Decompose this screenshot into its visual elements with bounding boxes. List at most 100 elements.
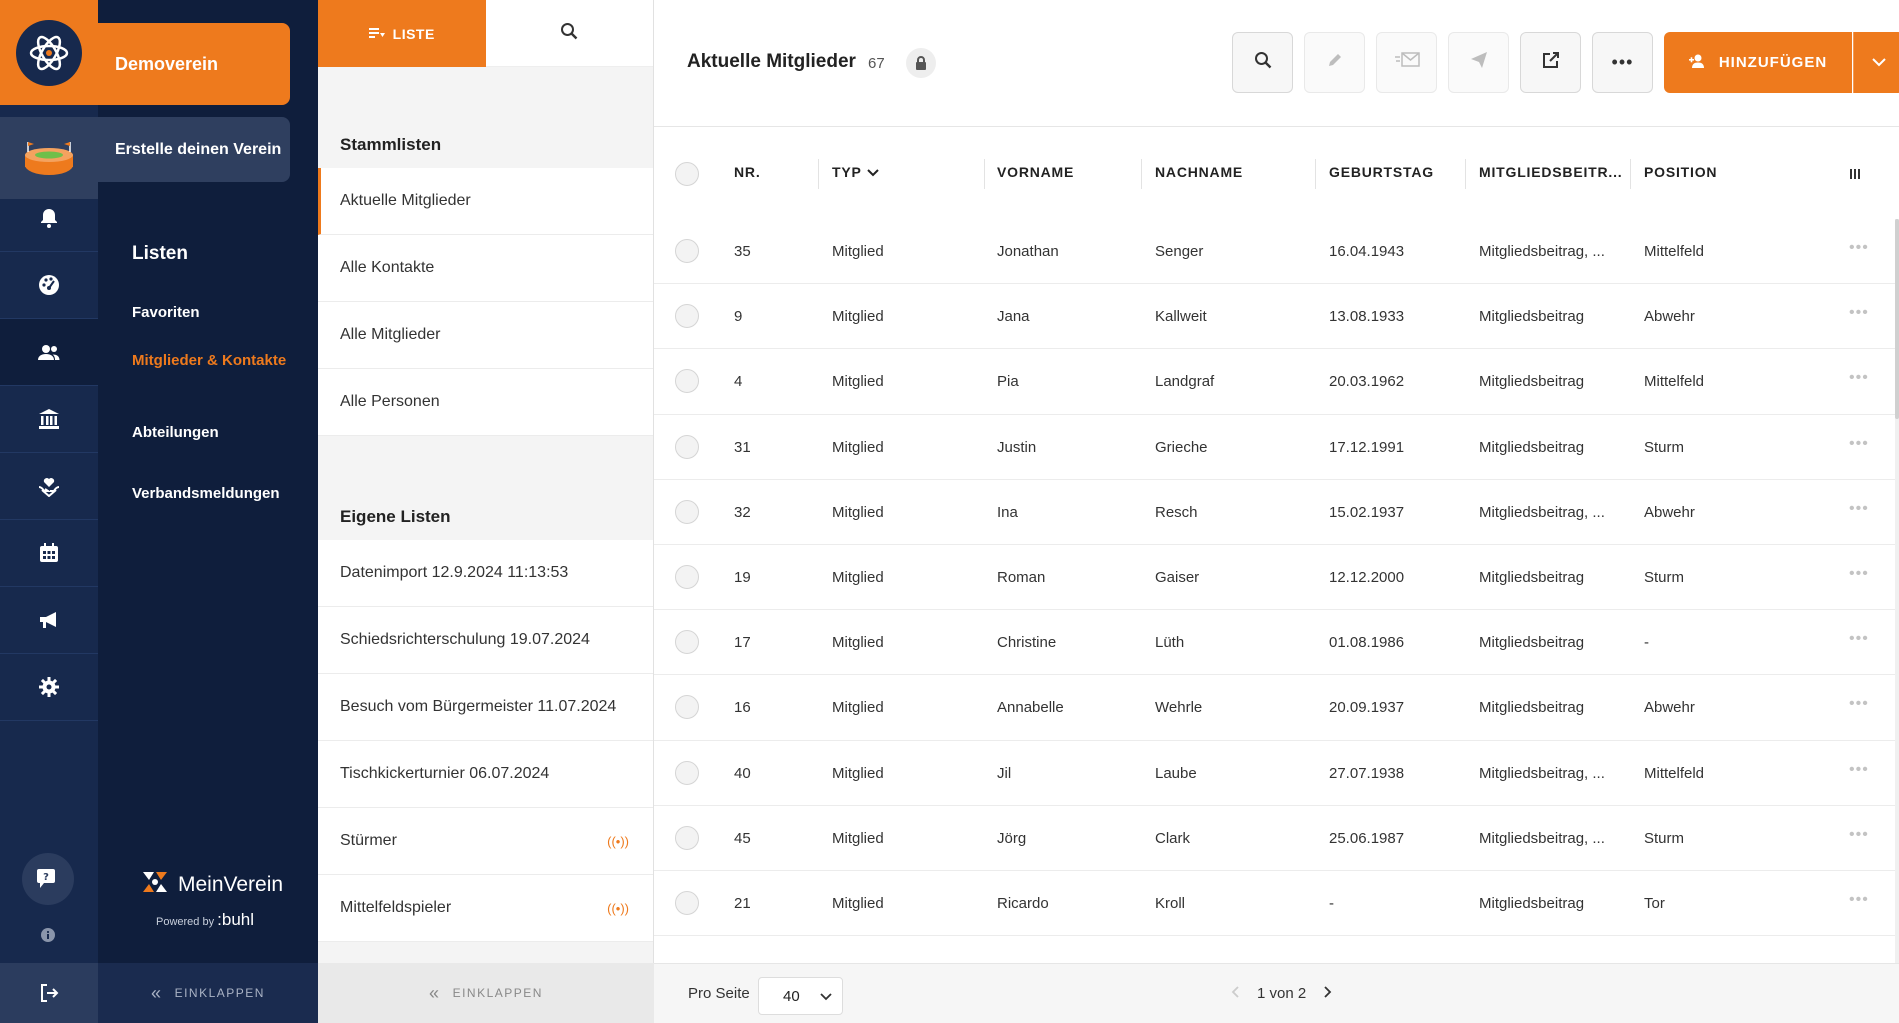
search-button[interactable]	[1232, 32, 1293, 93]
section-stammlisten: Stammlisten	[340, 135, 442, 154]
row-checkbox[interactable]	[675, 499, 699, 524]
nav-item-abteilungen[interactable]: Abteilungen	[132, 421, 302, 444]
column-mitgliedsbeitrag[interactable]: MITGLIEDSBEITR...	[1479, 164, 1623, 180]
chevron-down-icon	[820, 988, 832, 1005]
prev-page-icon[interactable]	[1231, 985, 1239, 1002]
row-menu-icon[interactable]: •••	[1849, 630, 1869, 648]
cell-nachname: Grieche	[1155, 438, 1208, 456]
row-menu-icon[interactable]: •••	[1849, 761, 1869, 779]
column-position[interactable]: POSITION	[1644, 164, 1717, 180]
cell-nachname: Clark	[1155, 829, 1191, 847]
lists-panel: LISTE Stammlisten Aktuelle Mitglieder Al…	[318, 0, 654, 1023]
table-row[interactable]: 19 Mitglied Roman Gaiser 12.12.2000 Mitglieds…	[654, 545, 1899, 611]
cell-nr: 32	[734, 503, 751, 521]
row-checkbox[interactable]	[675, 564, 699, 589]
nav-item-mitglieder-kontakte[interactable]: Mitglieder & Kontakte	[132, 349, 302, 372]
list-item-alle-kontakte[interactable]: Alle Kontakte	[318, 235, 653, 302]
logout-icon[interactable]	[0, 963, 98, 1023]
select-all-checkbox[interactable]	[675, 162, 699, 186]
column-typ[interactable]: TYP	[832, 164, 880, 180]
row-menu-icon[interactable]: •••	[1849, 304, 1869, 322]
column-geburtstag[interactable]: GEBURTSTAG	[1329, 164, 1434, 180]
per-page-label: Pro Seite	[688, 985, 750, 1002]
bank-icon[interactable]	[0, 386, 98, 453]
row-checkbox[interactable]	[675, 825, 699, 850]
column-nr[interactable]: NR.	[734, 164, 761, 180]
gear-icon[interactable]	[0, 654, 98, 721]
nav-item-favoriten[interactable]: Favoriten	[132, 301, 302, 324]
members-icon[interactable]	[0, 319, 98, 386]
table-row[interactable]: 35 Mitglied Jonathan Senger 16.04.1943 Mitgli…	[654, 219, 1899, 285]
export-button[interactable]	[1520, 32, 1581, 93]
row-checkbox[interactable]	[675, 890, 699, 915]
row-menu-icon[interactable]: •••	[1849, 435, 1869, 453]
cell-nr: 4	[734, 373, 743, 391]
row-menu-icon[interactable]: •••	[1849, 500, 1869, 518]
create-club-link[interactable]: Erstelle deinen Verein	[98, 117, 290, 182]
add-member-button[interactable]: HINZUFÜGEN	[1664, 32, 1852, 93]
table-row[interactable]: 9 Mitglied Jana Kallweit 13.08.1933 Mitglieds…	[654, 284, 1899, 350]
row-checkbox[interactable]	[675, 695, 699, 720]
table-row[interactable]: 32 Mitglied Ina Resch 15.02.1937 Mitgliedsbei…	[654, 480, 1899, 545]
megaphone-icon[interactable]	[0, 587, 98, 654]
row-menu-icon[interactable]: •••	[1849, 369, 1869, 387]
list-item-datenimport[interactable]: Datenimport 12.9.2024 11:13:53	[318, 540, 653, 607]
row-menu-icon[interactable]: •••	[1849, 695, 1869, 713]
info-icon[interactable]	[41, 928, 55, 947]
list-item-tischkickerturnier[interactable]: Tischkickerturnier 06.07.2024	[318, 741, 653, 808]
cell-vorname: Roman	[997, 568, 1046, 586]
tab-search[interactable]	[485, 0, 653, 67]
list-item-stuermer[interactable]: Stürmer ((•))	[318, 808, 653, 875]
list-item-mittelfeldspieler[interactable]: Mittelfeldspieler ((•))	[318, 875, 653, 942]
row-menu-icon[interactable]: •••	[1849, 239, 1869, 257]
help-chat-icon[interactable]: ?	[22, 853, 74, 905]
cell-position: Abwehr	[1644, 308, 1695, 326]
table-row[interactable]: 16 Mitglied Annabelle Wehrle 20.09.1937 Mitgl…	[654, 675, 1899, 741]
nav-collapse-button[interactable]: « EINKLAPPEN	[98, 963, 318, 1023]
send-button[interactable]	[1448, 32, 1509, 93]
row-checkbox[interactable]	[675, 239, 699, 263]
scrollbar-thumb[interactable]	[1895, 219, 1899, 419]
lock-icon[interactable]	[906, 48, 936, 78]
row-checkbox[interactable]	[675, 369, 699, 394]
row-menu-icon[interactable]: •••	[1849, 565, 1869, 583]
list-item-alle-mitglieder[interactable]: Alle Mitglieder	[318, 302, 653, 369]
dashboard-icon[interactable]	[0, 252, 98, 319]
next-page-icon[interactable]	[1324, 985, 1332, 1002]
row-checkbox[interactable]	[675, 434, 699, 459]
column-settings-icon[interactable]	[1849, 167, 1861, 185]
donation-icon[interactable]	[0, 453, 98, 520]
email-button[interactable]	[1376, 32, 1437, 93]
table-row[interactable]: 45 Mitglied Jörg Clark 25.06.1987 Mitgliedsbe…	[654, 806, 1899, 871]
table-row[interactable]: 17 Mitglied Christine Lüth 01.08.1986 Mitglie…	[654, 610, 1899, 676]
cell-mitgliedsbeitrag: Mitgliedsbeitrag	[1479, 634, 1585, 652]
calendar-icon[interactable]	[0, 520, 98, 587]
add-dropdown-button[interactable]	[1853, 32, 1899, 93]
more-button[interactable]: •••	[1592, 32, 1653, 93]
list-item-besuch-buergermeister[interactable]: Besuch vom Bürgermeister 11.07.2024	[318, 674, 653, 741]
per-page-select[interactable]: 40	[758, 977, 843, 1015]
row-checkbox[interactable]	[675, 760, 699, 785]
row-checkbox[interactable]	[675, 630, 699, 655]
column-nachname[interactable]: NACHNAME	[1155, 164, 1243, 180]
table-row[interactable]: 40 Mitglied Jil Laube 27.07.1938 Mitgliedsbei…	[654, 741, 1899, 806]
row-checkbox[interactable]	[675, 304, 699, 329]
club-logo[interactable]	[0, 0, 98, 105]
column-vorname[interactable]: VORNAME	[997, 164, 1074, 180]
table-row[interactable]: 4 Mitglied Pia Landgraf 20.03.1962 Mitgliedsb…	[654, 349, 1899, 415]
cell-vorname: Pia	[997, 373, 1019, 391]
list-item-alle-personen[interactable]: Alle Personen	[318, 369, 653, 436]
lists-collapse-button[interactable]: « EINKLAPPEN	[318, 963, 654, 1023]
svg-text:?: ?	[43, 872, 49, 883]
row-menu-icon[interactable]: •••	[1849, 826, 1869, 844]
bell-icon[interactable]	[0, 185, 98, 252]
club-name[interactable]: Demoverein	[98, 23, 290, 105]
list-item-aktuelle-mitglieder[interactable]: Aktuelle Mitglieder	[318, 168, 653, 235]
table-row[interactable]: 21 Mitglied Ricardo Kroll - Mitgliedsbeitrag T…	[654, 871, 1899, 937]
nav-item-verbandsmeldungen[interactable]: Verbandsmeldungen	[132, 482, 302, 505]
list-item-schiedsrichterschulung[interactable]: Schiedsrichterschulung 19.07.2024	[318, 607, 653, 674]
table-row[interactable]: 31 Mitglied Justin Grieche 17.12.1991 Mitglie…	[654, 415, 1899, 480]
tab-liste[interactable]: LISTE	[318, 0, 486, 67]
edit-button[interactable]	[1304, 32, 1365, 93]
row-menu-icon[interactable]: •••	[1849, 891, 1869, 909]
